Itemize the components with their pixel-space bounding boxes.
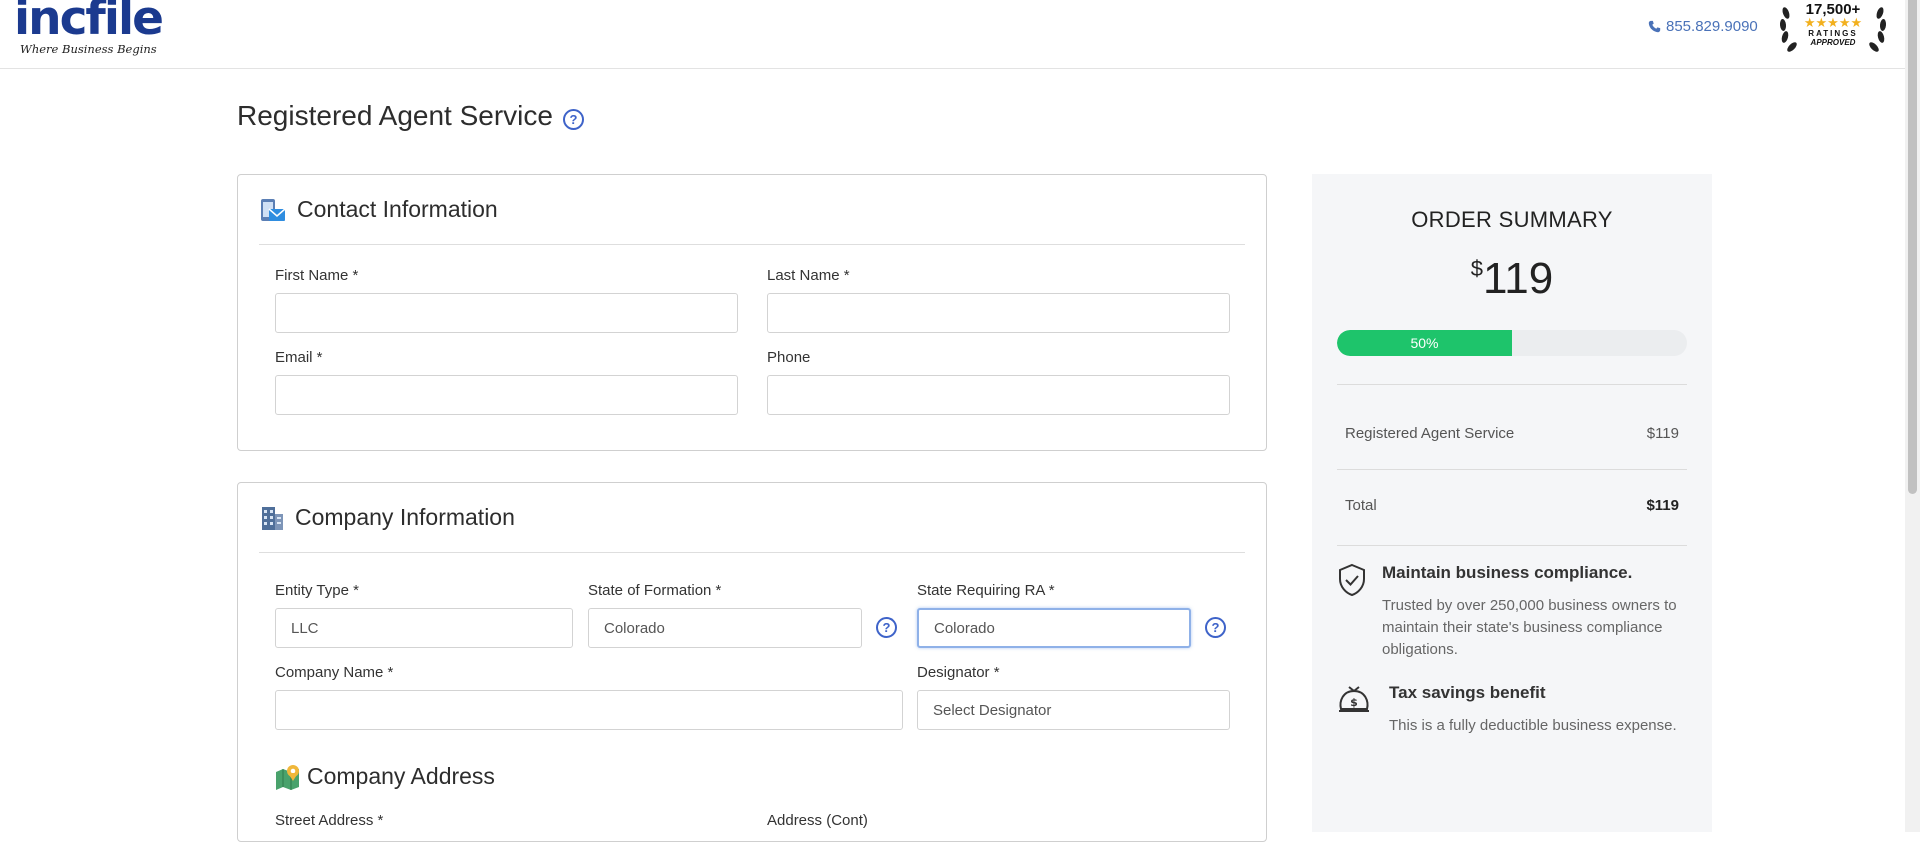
designator-select[interactable]: Select Designator	[917, 690, 1230, 730]
progress-fill: 50%	[1337, 330, 1512, 356]
line-item-label: Registered Agent Service	[1345, 425, 1515, 442]
summary-divider	[1337, 469, 1687, 470]
contact-section-title: Contact Information	[297, 196, 498, 222]
line-item-price: $119	[1646, 425, 1679, 442]
company-name-input[interactable]	[275, 690, 903, 730]
line-item-row: Registered Agent Service $119	[1345, 425, 1679, 442]
designator-label: Designator *	[917, 664, 1000, 681]
logo-wordmark: incfile	[14, 0, 164, 46]
email-input[interactable]	[275, 375, 738, 415]
ratings-badge: 17,500+ ★★★★★ RATINGS APPROVED	[1778, 1, 1888, 57]
building-icon	[262, 506, 283, 530]
state-formation-help-icon[interactable]: ?	[876, 617, 897, 638]
address-cont-label: Address (Cont)	[767, 812, 868, 829]
phone-input[interactable]	[767, 375, 1230, 415]
map-pin-icon	[276, 764, 299, 790]
street-address-label: Street Address *	[275, 812, 384, 829]
company-section-title: Company Information	[295, 504, 515, 530]
state-formation-label: State of Formation *	[588, 582, 722, 599]
state-ra-label: State Requiring RA *	[917, 582, 1055, 599]
badge-ratings-label: RATINGS	[1808, 29, 1858, 38]
contact-information-panel: Contact Information First Name * Last Na…	[237, 174, 1267, 451]
contact-card-icon	[261, 198, 286, 221]
page-title-text: Registered Agent Service	[237, 100, 553, 131]
svg-text:$: $	[1350, 696, 1358, 709]
benefit-text: This is a fully deductible business expe…	[1389, 717, 1677, 734]
company-section-header: Company Information	[259, 483, 1245, 553]
order-summary-title: ORDER SUMMARY	[1411, 207, 1613, 232]
last-name-label: Last Name *	[767, 267, 850, 284]
money-bag-icon: $	[1339, 686, 1369, 712]
benefit-text: Trusted by over 250,000 business owners …	[1382, 597, 1677, 658]
page-scrollbar[interactable]	[1905, 0, 1920, 832]
summary-divider	[1337, 545, 1687, 546]
company-information-panel: Company Information Entity Type * LLC St…	[237, 482, 1267, 842]
entity-type-select[interactable]: LLC	[275, 608, 573, 648]
phone-icon	[1648, 20, 1661, 33]
total-label: Total	[1345, 497, 1377, 514]
order-summary-panel: ORDER SUMMARY $119 50% Registered Agent …	[1312, 174, 1712, 832]
badge-stars: ★★★★★	[1803, 15, 1863, 30]
last-name-input[interactable]	[767, 293, 1230, 333]
benefit-title: Maintain business compliance.	[1382, 563, 1633, 582]
state-ra-help-icon[interactable]: ?	[1205, 617, 1226, 638]
state-formation-select[interactable]: Colorado	[588, 608, 862, 648]
state-ra-select[interactable]: Colorado	[917, 608, 1191, 648]
currency-symbol: $	[1470, 256, 1484, 281]
order-total-price: $119	[1312, 254, 1712, 304]
company-address-title: Company Address	[307, 763, 495, 789]
scrollbar-thumb[interactable]	[1908, 0, 1917, 494]
phone-link[interactable]: 855.829.9090	[1648, 18, 1758, 35]
company-name-label: Company Name *	[275, 664, 394, 681]
email-label: Email *	[275, 349, 323, 366]
incfile-logo[interactable]: incfile Where Business Begins	[14, 0, 164, 56]
badge-approved-label: APPROVED	[1810, 38, 1856, 47]
help-icon[interactable]: ?	[562, 108, 584, 130]
entity-type-label: Entity Type *	[275, 582, 359, 599]
order-progress-bar: 50%	[1337, 330, 1687, 356]
logo-tagline: Where Business Begins	[20, 42, 157, 56]
total-row: Total $119	[1345, 497, 1679, 514]
company-address-heading: Company Address	[275, 763, 495, 790]
shield-check-icon	[1339, 563, 1365, 597]
first-name-input[interactable]	[275, 293, 738, 333]
price-amount: 119	[1483, 254, 1554, 303]
site-header: incfile Where Business Begins 855.829.90…	[0, 0, 1905, 69]
benefit-title: Tax savings benefit	[1389, 683, 1546, 702]
phone-number: 855.829.9090	[1666, 18, 1758, 35]
total-price: $119	[1646, 497, 1679, 514]
phone-label: Phone	[767, 349, 811, 366]
page-title: Registered Agent Service ?	[237, 100, 584, 132]
contact-section-header: Contact Information	[259, 175, 1245, 245]
first-name-label: First Name *	[275, 267, 359, 284]
summary-divider	[1337, 384, 1687, 385]
